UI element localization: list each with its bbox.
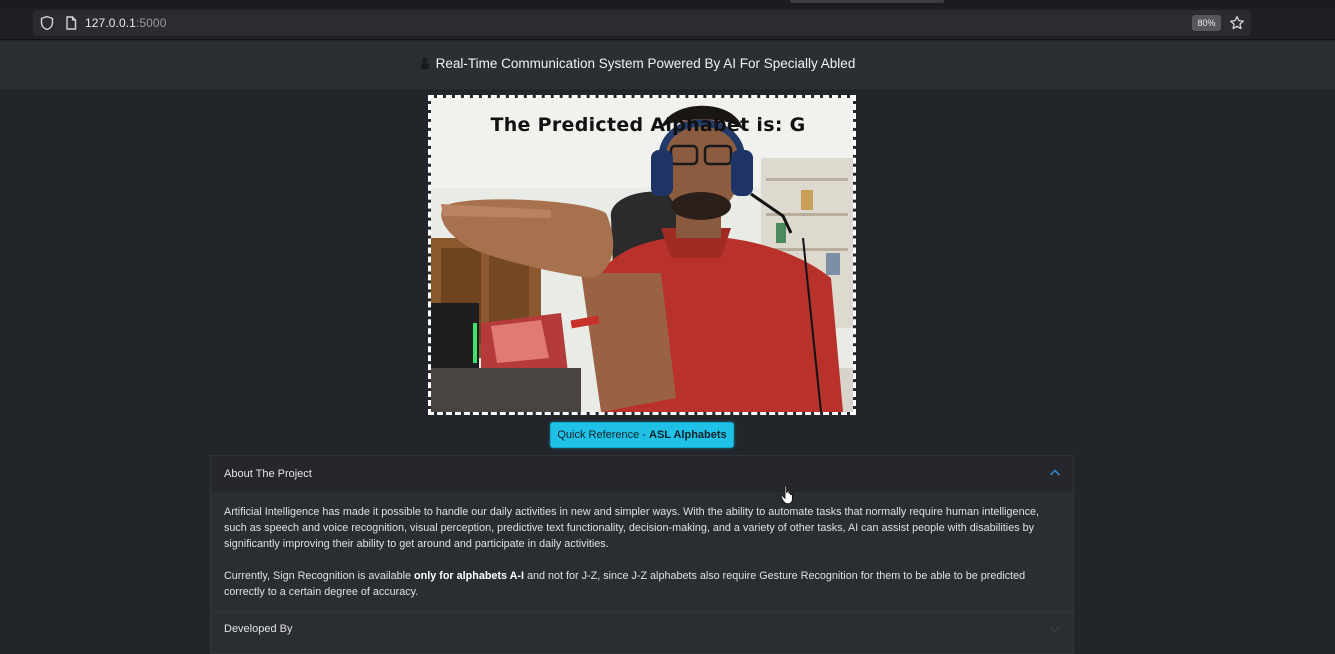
browser-top-strip — [0, 0, 1335, 8]
page-title-text: Real-Time Communication System Powered B… — [435, 56, 856, 71]
accordion-body-about: Artificial Intelligence has made it poss… — [211, 492, 1073, 611]
hand-pointer-cursor-icon — [780, 485, 793, 505]
zoom-level-badge[interactable]: 80% — [1192, 15, 1221, 31]
url-text[interactable]: 127.0.0.1:5000 — [85, 16, 166, 30]
chevron-up-icon[interactable] — [1049, 468, 1061, 478]
page-icon — [66, 16, 77, 30]
prediction-overlay: The Predicted Alphabet is: G — [490, 114, 806, 136]
accordion-title-about: About The Project — [224, 468, 312, 480]
accordion-header-about[interactable]: About The Project — [211, 456, 1073, 492]
accordion-title-developed-by: Developed By — [224, 623, 293, 635]
about-paragraph-1: Artificial Intelligence has made it poss… — [224, 506, 1039, 550]
quick-reference-button[interactable]: Quick Reference - ASL Alphabets — [550, 422, 734, 448]
bookmark-star-icon[interactable] — [1229, 15, 1245, 31]
person-icon — [420, 57, 429, 69]
url-host: 127.0.0.1 — [85, 16, 136, 30]
shield-icon[interactable] — [39, 15, 55, 31]
webcam-frame-image — [431, 98, 853, 412]
active-tab-indicator — [790, 0, 944, 3]
about-paragraph-2-bold: only for alphabets A-I — [414, 570, 525, 582]
quick-reference-prefix: Quick Reference - — [557, 429, 650, 441]
about-paragraph-2-start: Currently, Sign Recognition is available — [224, 570, 415, 582]
chevron-down-icon[interactable] — [1049, 624, 1061, 634]
quick-reference-bold: ASL Alphabets — [649, 429, 727, 441]
webcam-feed: The Predicted Alphabet is: G — [428, 95, 856, 415]
browser-toolbar: 127.0.0.1:5000 80% — [0, 8, 1335, 40]
address-bar[interactable]: 127.0.0.1:5000 80% — [33, 10, 1251, 36]
accordion-header-developed-by[interactable]: Developed By — [211, 612, 1073, 645]
about-paragraph-2: Currently, Sign Recognition is available… — [224, 568, 1060, 600]
page-header: Real-Time Communication System Powered B… — [0, 41, 1335, 89]
url-port: :5000 — [135, 16, 167, 30]
info-accordion: About The Project Artificial Intelligenc… — [210, 455, 1074, 654]
page-title: Real-Time Communication System Powered B… — [0, 56, 1275, 71]
